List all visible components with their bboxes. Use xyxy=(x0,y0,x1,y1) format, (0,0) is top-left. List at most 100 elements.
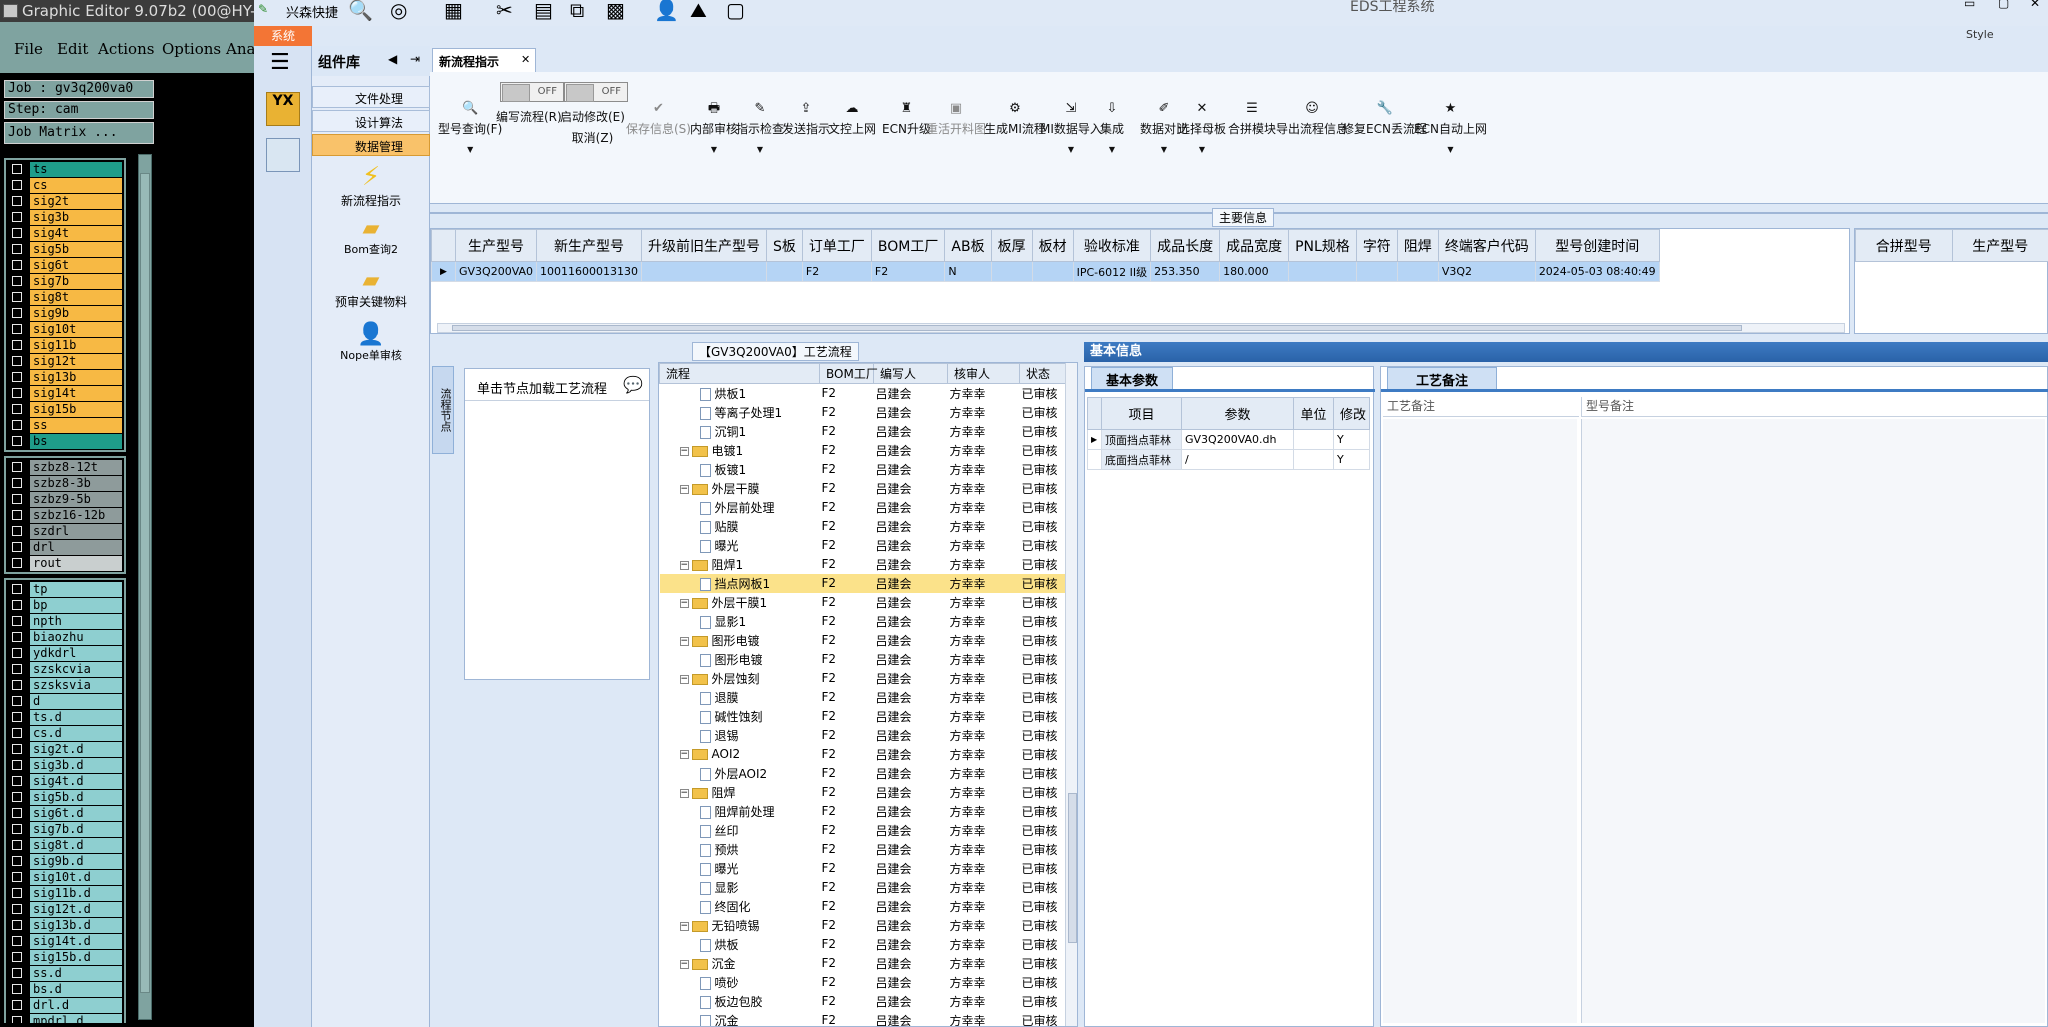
film-icon[interactable]: ▤ xyxy=(534,0,553,22)
layer-checkbox[interactable] xyxy=(12,244,22,254)
chevron-down-icon[interactable]: ▼ xyxy=(1100,145,1124,154)
main-grid-cell[interactable]: 253.350 xyxy=(1150,261,1221,282)
layer-checkbox[interactable] xyxy=(12,494,22,504)
layer-row[interactable]: sig8t xyxy=(6,289,124,305)
basic-mod-cell[interactable]: Y xyxy=(1333,429,1370,450)
layer-checkbox[interactable] xyxy=(12,584,22,594)
layer-checkbox[interactable] xyxy=(12,920,22,930)
chevron-down-icon[interactable]: ▼ xyxy=(438,145,502,154)
main-grid-cell[interactable] xyxy=(990,261,1033,282)
toolbar-button[interactable]: ▣ 重活开料图 xyxy=(926,102,986,137)
job-matrix-button[interactable]: Job Matrix ... xyxy=(4,122,154,144)
layer-row[interactable]: sig3b xyxy=(6,209,124,225)
layer-row[interactable]: biaozhu xyxy=(6,629,124,645)
layer-checkbox[interactable] xyxy=(12,888,22,898)
layer-row[interactable]: sig3b.d xyxy=(6,757,124,773)
toolbar-button[interactable]: ✔ 保存信息(S) xyxy=(626,102,691,137)
layer-checkbox[interactable] xyxy=(12,744,22,754)
library-item-data[interactable]: 数据管理 xyxy=(312,134,430,156)
process-tree-row[interactable]: − 无铅喷锡 F2 吕建会 方幸幸 已审核 xyxy=(660,916,1078,935)
copy-icon[interactable]: ⧉ xyxy=(570,0,584,22)
process-column-header[interactable]: 核审人 xyxy=(947,363,1020,384)
main-grid-cell[interactable] xyxy=(766,261,803,282)
collapse-icon[interactable]: − xyxy=(679,921,689,931)
chevron-down-icon[interactable]: ▼ xyxy=(690,145,738,154)
layer-row[interactable]: sig7b.d xyxy=(6,821,124,837)
layer-checkbox[interactable] xyxy=(12,664,22,674)
style-menu[interactable]: Style xyxy=(1966,28,1994,41)
process-tree-row[interactable]: 烘板 F2 吕建会 方幸幸 已审核 xyxy=(660,935,1078,954)
process-side-tab[interactable]: 流程节点 xyxy=(432,366,454,454)
basic-mod-cell[interactable]: Y xyxy=(1333,449,1370,470)
main-grid-column-header[interactable]: 成品宽度 xyxy=(1219,229,1290,262)
toolbar-label[interactable]: 启动修改(E) 取消(Z) xyxy=(560,108,625,146)
menu-analysis[interactable]: Ana xyxy=(226,40,255,58)
calculator-icon[interactable] xyxy=(266,138,300,172)
collapse-icon[interactable]: − xyxy=(679,788,689,798)
layer-row[interactable]: sig2t.d xyxy=(6,741,124,757)
layer-checkbox[interactable] xyxy=(12,164,22,174)
layer-checkbox[interactable] xyxy=(12,712,22,722)
layer-row[interactable]: bs xyxy=(6,433,124,449)
collapse-icon[interactable]: ◀ xyxy=(388,52,397,66)
collapse-icon[interactable]: − xyxy=(679,560,689,570)
main-grid-column-header[interactable]: 字符 xyxy=(1355,229,1398,262)
toggle-switch[interactable]: OFF xyxy=(564,82,628,102)
chevron-down-icon[interactable]: ▼ xyxy=(1040,145,1102,154)
search-icon[interactable]: 🔍 xyxy=(348,0,373,22)
layer-checkbox[interactable] xyxy=(12,526,22,536)
layer-checkbox[interactable] xyxy=(12,292,22,302)
toolbar-button[interactable]: 🖶 内部审核 ▼ xyxy=(690,102,738,155)
process-tree-row[interactable]: 等离子处理1 F2 吕建会 方幸幸 已审核 xyxy=(660,403,1078,422)
process-tree-row[interactable]: − 阻焊 F2 吕建会 方幸幸 已审核 xyxy=(660,783,1078,802)
layer-checkbox[interactable] xyxy=(12,372,22,382)
main-grid-cell[interactable]: N xyxy=(944,261,992,282)
collapse-icon[interactable]: − xyxy=(679,598,689,608)
layer-row[interactable]: sig15b xyxy=(6,401,124,417)
main-grid-column-header[interactable]: 型号创建时间 xyxy=(1534,229,1660,262)
layer-row[interactable]: drl xyxy=(6,539,124,555)
process-tree-row[interactable]: 烘板1 F2 吕建会 方幸幸 已审核 xyxy=(660,384,1078,403)
scissors-icon[interactable]: ✂ xyxy=(496,0,513,22)
basic-column-header[interactable]: 单位 xyxy=(1293,397,1334,430)
layer-row[interactable]: sig10t xyxy=(6,321,124,337)
layer-row[interactable]: sig5b.d xyxy=(6,789,124,805)
layer-row[interactable]: sig4t xyxy=(6,225,124,241)
chevron-down-icon[interactable]: ▼ xyxy=(736,145,784,154)
layer-checkbox[interactable] xyxy=(12,648,22,658)
layer-row[interactable]: szbz8-12t xyxy=(6,459,124,475)
layer-row[interactable]: drl.d xyxy=(6,997,124,1013)
table-row[interactable]: ▶ 顶面挡点菲林 GV3Q200VA0.dh Y xyxy=(1087,429,1370,450)
basic-param-cell[interactable]: GV3Q200VA0.dh xyxy=(1181,429,1294,450)
layer-row[interactable]: sig14t.d xyxy=(6,933,124,949)
layer-row[interactable]: mpdrl.d xyxy=(6,1013,124,1023)
process-tree-scrollbar[interactable] xyxy=(1065,363,1077,1026)
process-tree-row[interactable]: 显影 F2 吕建会 方幸幸 已审核 xyxy=(660,878,1078,897)
system-tab[interactable]: 系统 xyxy=(254,26,312,46)
table-icon[interactable]: ▦ xyxy=(444,0,463,22)
grid-icon[interactable]: ▩ xyxy=(606,0,625,22)
toolbar-button[interactable]: 🔍 型号查询(F) ▼ xyxy=(438,102,502,155)
layer-checkbox[interactable] xyxy=(12,212,22,222)
toolbar-button[interactable]: ⇪ 发送指示 xyxy=(782,102,830,137)
toggle-switch[interactable]: OFF xyxy=(500,82,564,102)
menu-file[interactable]: File xyxy=(14,40,43,58)
main-grid-cell[interactable] xyxy=(641,261,768,282)
layer-checkbox[interactable] xyxy=(12,388,22,398)
layer-row[interactable]: sig7b xyxy=(6,273,124,289)
doc-tab-new-process[interactable]: 新流程指示 ✕ xyxy=(432,48,536,72)
process-tree-row[interactable]: 沉铜1 F2 吕建会 方幸幸 已审核 xyxy=(660,422,1078,441)
collapse-icon[interactable]: − xyxy=(679,446,689,456)
layer-row[interactable]: npth xyxy=(6,613,124,629)
collapse-icon[interactable]: − xyxy=(679,750,689,759)
collapse-icon[interactable]: − xyxy=(679,674,689,684)
process-tree-row[interactable]: − 外层干膜 F2 吕建会 方幸幸 已审核 xyxy=(660,479,1078,498)
layer-row[interactable]: sig10t.d xyxy=(6,869,124,885)
process-column-header[interactable]: 编写人 xyxy=(873,363,948,384)
layer-checkbox[interactable] xyxy=(12,760,22,770)
layer-row[interactable]: szbz16-12b xyxy=(6,507,124,523)
layer-checkbox[interactable] xyxy=(12,542,22,552)
process-tree-row[interactable]: 板镀1 F2 吕建会 方幸幸 已审核 xyxy=(660,460,1078,479)
layer-row[interactable]: szbz8-3b xyxy=(6,475,124,491)
collapse-icon[interactable]: − xyxy=(679,636,689,646)
